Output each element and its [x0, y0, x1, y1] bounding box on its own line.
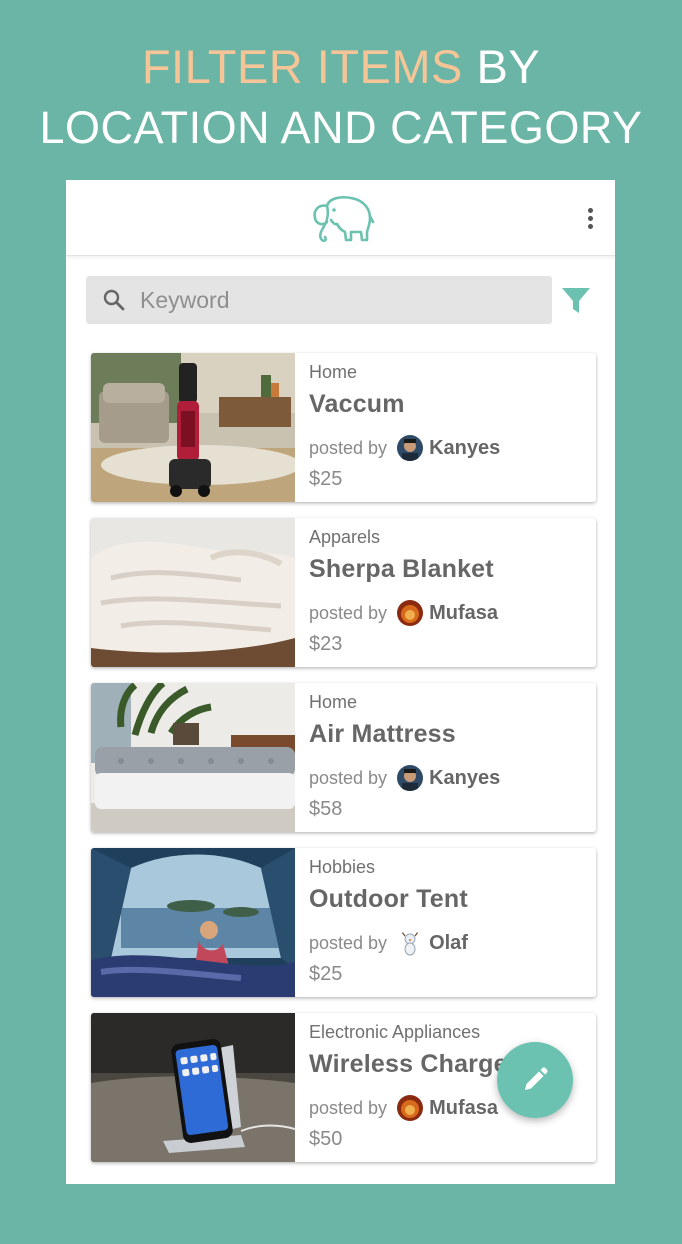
listing-image — [91, 353, 295, 502]
listing-card[interactable]: Hobbies Outdoor Tent posted by Olaf $25 — [91, 848, 596, 997]
listing-image — [91, 1013, 295, 1162]
listing-price: $25 — [309, 468, 343, 490]
avatar[interactable] — [397, 1095, 424, 1121]
app-screen: Home Vaccum posted by Kanyes $25 A — [66, 180, 615, 1184]
listing-category: Home — [309, 692, 358, 712]
avatar[interactable] — [397, 930, 424, 956]
listing-card[interactable]: Home Vaccum posted by Kanyes $25 — [91, 353, 596, 502]
listing-price: $23 — [309, 633, 343, 655]
menu-dot — [587, 215, 593, 221]
posted-by-label: posted by — [309, 602, 388, 623]
listing-category: Home — [309, 362, 358, 382]
avatar[interactable] — [397, 435, 424, 461]
listing-title[interactable]: Vaccum — [309, 390, 405, 419]
listing-image — [91, 683, 295, 832]
listing-info: Apparels Sherpa Blanket posted by Mufasa… — [309, 518, 592, 667]
listing-card[interactable]: Home Air Mattress posted by Kanyes $58 — [91, 683, 596, 832]
listing-poster: posted by Mufasa — [309, 1094, 498, 1122]
listing-user[interactable]: Olaf — [429, 932, 468, 955]
listing-poster: posted by Kanyes — [309, 764, 500, 792]
pencil-icon — [525, 1067, 548, 1090]
listing-poster: posted by Kanyes — [309, 434, 500, 462]
promo-line-2: LOCATION AND CATEGORY — [39, 102, 643, 153]
listing-info: Home Air Mattress posted by Kanyes $58 — [309, 683, 592, 832]
elephant-logo-icon[interactable] — [307, 192, 375, 244]
listing-category: Hobbies — [309, 857, 376, 877]
menu-dot — [587, 207, 593, 213]
posted-by-label: posted by — [309, 932, 388, 953]
create-listing-button[interactable] — [497, 1042, 573, 1118]
listing-image — [91, 848, 295, 997]
listing-category: Electronic Appliances — [309, 1022, 481, 1042]
listing-price: $58 — [309, 798, 343, 820]
avatar[interactable] — [397, 765, 424, 791]
listing-user[interactable]: Mufasa — [429, 1097, 498, 1120]
search-bar[interactable] — [86, 276, 552, 324]
listing-info: Hobbies Outdoor Tent posted by Olaf $25 — [309, 848, 592, 997]
listing-price: $50 — [309, 1128, 343, 1150]
listing-info: Home Vaccum posted by Kanyes $25 — [309, 353, 592, 502]
listing-user[interactable]: Kanyes — [429, 767, 500, 790]
listing-poster: posted by Olaf — [309, 929, 468, 957]
promo-line-1-rest: BY — [476, 40, 541, 93]
app-bar — [66, 180, 615, 256]
listing-price: $25 — [309, 963, 343, 985]
search-input[interactable] — [140, 276, 540, 324]
promo-highlight: FILTER ITEMS — [141, 40, 463, 93]
promo-line-1: FILTER ITEMS BY — [0, 36, 682, 98]
listing-poster: posted by Mufasa — [309, 599, 498, 627]
listing-card[interactable]: Apparels Sherpa Blanket posted by Mufasa… — [91, 518, 596, 667]
more-vertical-icon[interactable] — [578, 202, 602, 234]
posted-by-label: posted by — [309, 437, 388, 458]
filter-funnel-icon[interactable] — [560, 284, 592, 316]
listing-image — [91, 518, 295, 667]
listing-title[interactable]: Outdoor Tent — [309, 885, 468, 914]
posted-by-label: posted by — [309, 1097, 388, 1118]
menu-dot — [587, 223, 593, 229]
promo-headline: FILTER ITEMS BY LOCATION AND CATEGORY — [0, 36, 682, 158]
listing-category: Apparels — [309, 527, 381, 547]
listing-user[interactable]: Mufasa — [429, 602, 498, 625]
listing-user[interactable]: Kanyes — [429, 437, 500, 460]
search-icon — [103, 289, 125, 311]
avatar[interactable] — [397, 600, 424, 626]
listing-title[interactable]: Air Mattress — [309, 720, 456, 749]
listing-title[interactable]: Sherpa Blanket — [309, 555, 494, 584]
posted-by-label: posted by — [309, 767, 388, 788]
listing-title[interactable]: Wireless Charger — [309, 1050, 518, 1079]
